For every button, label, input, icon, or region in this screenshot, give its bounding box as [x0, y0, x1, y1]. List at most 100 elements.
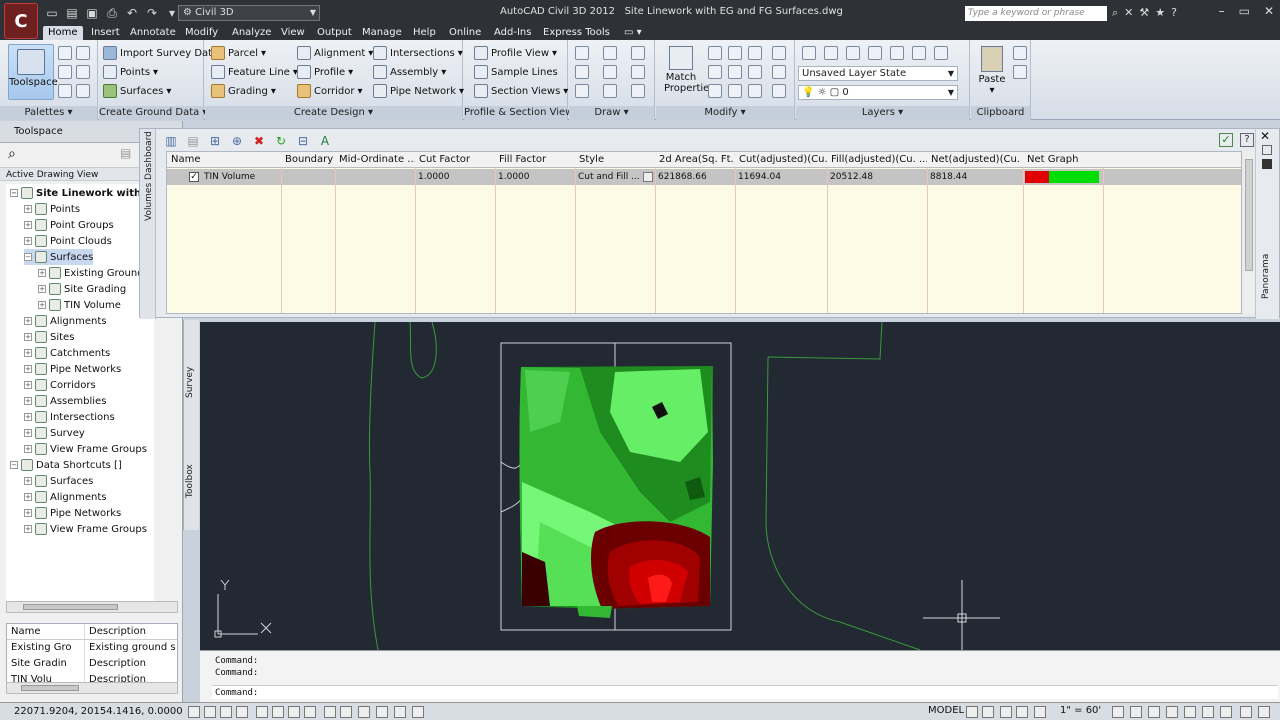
style-editor-icon[interactable] [643, 172, 653, 182]
expand-icon[interactable]: + [24, 365, 32, 373]
tree-node-view-frame-groups[interactable]: + View Frame Groups [24, 441, 147, 457]
prospector-icon[interactable] [58, 46, 72, 60]
expand-icon[interactable]: + [38, 285, 46, 293]
workspace-switching-icon[interactable] [1130, 706, 1142, 718]
print-icon[interactable]: ⎙ [104, 5, 120, 21]
tab-modify[interactable]: Modify [185, 26, 218, 40]
tab-annotate[interactable]: Annotate [130, 26, 176, 40]
layer-state-select[interactable]: Unsaved Layer State ▼ [798, 66, 958, 81]
tree-node-site-linework-with-eg[interactable]: − Site Linework with EG [10, 185, 154, 201]
grid-vertical-scrollbar[interactable] [1244, 151, 1254, 314]
list-horizontal-scrollbar[interactable] [6, 682, 178, 694]
offset-icon[interactable] [772, 84, 786, 98]
maximize-viewport-icon[interactable] [1258, 706, 1270, 718]
properties-icon[interactable] [58, 84, 72, 98]
corridor-button[interactable]: Corridor ▾ [297, 84, 363, 98]
column-header-mid-ordinate[interactable]: Mid-Ordinate ... [335, 152, 415, 168]
model-space-toggle[interactable]: MODEL [928, 705, 964, 716]
tree-node-surfaces[interactable]: − Surfaces [24, 249, 94, 265]
annotation-visibility-icon[interactable] [1112, 706, 1124, 718]
description-column-header[interactable]: Description [85, 624, 177, 639]
quick-view-drawings-icon[interactable] [982, 706, 994, 718]
column-header-style[interactable]: Style [575, 152, 655, 168]
properties-icon[interactable] [1262, 159, 1272, 169]
feature-line-button[interactable]: Feature Line ▾ [211, 65, 298, 79]
erase-icon[interactable] [772, 46, 786, 60]
tab-add-ins[interactable]: Add-Ins [494, 26, 531, 40]
tools-icon[interactable]: ⚒ [1139, 6, 1149, 20]
grid-icon[interactable] [220, 706, 232, 718]
column-header-net-adjusted-cu[interactable]: Net(adjusted)(Cu. ... [927, 152, 1023, 168]
expand-icon[interactable]: + [24, 509, 32, 517]
assembly-button[interactable]: Assembly ▾ [373, 65, 446, 79]
redo-icon[interactable]: ↷ [144, 5, 160, 21]
layer-iso-icon[interactable] [846, 46, 860, 60]
tree-node-catchments[interactable]: + Catchments [24, 345, 110, 361]
line-icon[interactable] [575, 46, 589, 60]
lightbulb-icon[interactable] [1220, 706, 1232, 718]
tree-node-points[interactable]: + Points [24, 201, 80, 217]
expand-icon[interactable]: + [24, 413, 32, 421]
copy-icon[interactable] [708, 65, 722, 79]
command-input[interactable]: Command: [212, 685, 1278, 699]
expand-icon[interactable]: + [38, 301, 46, 309]
tree-node-existing-ground[interactable]: + Existing Ground [38, 265, 144, 281]
expand-icon[interactable]: + [24, 221, 32, 229]
open-icon[interactable]: ▤ [64, 5, 80, 21]
help-search-input[interactable]: Type a keyword or phrase [965, 6, 1107, 21]
hardware-acceleration-icon[interactable] [1166, 706, 1178, 718]
ortho-icon[interactable] [236, 706, 248, 718]
clean-screen-icon[interactable] [1240, 706, 1252, 718]
expand-icon[interactable]: + [24, 237, 32, 245]
arc-icon[interactable] [631, 46, 645, 60]
expand-icon[interactable]: − [10, 461, 18, 469]
tab-manage[interactable]: Manage [362, 26, 402, 40]
polar-icon[interactable] [256, 706, 268, 718]
rectangle-icon[interactable] [631, 65, 645, 79]
tab-analyze[interactable]: Analyze [232, 26, 271, 40]
sample-lines-button[interactable]: Sample Lines [474, 65, 558, 79]
volumes-dashboard-tab[interactable]: Volumes Dashboard [140, 129, 156, 319]
ellipse-icon[interactable] [603, 84, 617, 98]
copy-clip-icon[interactable] [1013, 65, 1027, 79]
match-properties-button[interactable]: Match Properties [664, 44, 715, 94]
expand-icon[interactable]: − [10, 189, 18, 197]
expand-icon[interactable]: + [24, 397, 32, 405]
expand-icon[interactable]: + [24, 477, 32, 485]
column-header-fill-factor[interactable]: Fill Factor [495, 152, 575, 168]
column-header-cut-factor[interactable]: Cut Factor [415, 152, 495, 168]
minimize-icon[interactable]: – [1219, 4, 1225, 18]
3d-osnap-icon[interactable] [288, 706, 300, 718]
zoom-icon[interactable] [1016, 706, 1028, 718]
layers-panel-title[interactable]: Layers ▾ [796, 106, 969, 120]
intersections-button[interactable]: Intersections ▾ [373, 46, 463, 60]
tab-view[interactable]: View [281, 26, 305, 40]
hatch-icon[interactable] [575, 65, 589, 79]
profile-button[interactable]: Profile ▾ [297, 65, 353, 79]
quick-view-layouts-icon[interactable] [966, 706, 978, 718]
toolbox-icon[interactable] [76, 65, 90, 79]
tree-node-corridors[interactable]: + Corridors [24, 377, 96, 393]
current-layer-select[interactable]: 💡 ☼ ▢ 0 ▼ [798, 85, 958, 100]
move-icon[interactable] [708, 46, 722, 60]
tree-node-intersections[interactable]: + Intersections [24, 409, 115, 425]
annotation-scale[interactable]: 1" = 60' [1060, 705, 1101, 716]
scale-icon[interactable] [728, 84, 742, 98]
maximize-icon[interactable]: ▭ [1239, 4, 1250, 18]
delete-icon[interactable]: ✖ [252, 134, 266, 148]
explode-icon[interactable] [772, 65, 786, 79]
tab-help[interactable]: Help [413, 26, 436, 40]
trim-icon[interactable] [748, 46, 762, 60]
fillet-icon[interactable] [748, 65, 762, 79]
expand-icon[interactable]: + [24, 381, 32, 389]
undo-icon[interactable]: ↶ [124, 5, 140, 21]
tab-home[interactable]: Home [43, 26, 83, 40]
tree-node-alignments[interactable]: + Alignments [24, 313, 106, 329]
mirror-icon[interactable] [728, 65, 742, 79]
close-icon[interactable]: ✕ [1260, 129, 1270, 143]
application-menu-button[interactable]: C [4, 3, 38, 39]
tree-node-site-grading[interactable]: + Site Grading [38, 281, 126, 297]
tpy-icon[interactable] [376, 706, 388, 718]
visibility-checkbox[interactable]: ✓ [189, 172, 199, 182]
expand-icon[interactable]: + [24, 317, 32, 325]
